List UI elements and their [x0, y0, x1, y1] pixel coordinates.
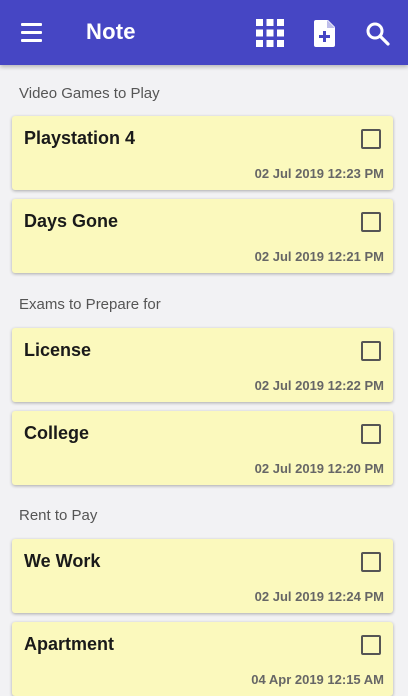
grid-view-button[interactable] [254, 17, 286, 49]
section-header: Rent to Pay [19, 507, 98, 524]
section-header: Exams to Prepare for [19, 296, 161, 313]
note-timestamp: 02 Jul 2019 12:23 PM [254, 166, 384, 181]
menu-icon-bar [21, 39, 42, 42]
note-title: Apartment [24, 634, 115, 654]
note-timestamp: 02 Jul 2019 12:22 PM [254, 378, 384, 393]
note-checkbox[interactable] [361, 424, 381, 444]
search-button[interactable] [363, 19, 393, 49]
note-card[interactable]: Playstation 4 02 Jul 2019 12:23 PM [12, 116, 393, 190]
menu-icon-bar [21, 31, 42, 34]
section-header: Video Games to Play [19, 85, 160, 102]
note-timestamp: 02 Jul 2019 12:21 PM [254, 249, 384, 264]
note-title: College [24, 423, 90, 443]
note-timestamp: 02 Jul 2019 12:24 PM [254, 589, 384, 604]
note-checkbox[interactable] [361, 635, 381, 655]
note-card[interactable]: License 02 Jul 2019 12:22 PM [12, 328, 393, 402]
note-card[interactable]: We Work 02 Jul 2019 12:24 PM [12, 539, 393, 613]
note-timestamp: 04 Apr 2019 12:15 AM [251, 672, 384, 687]
add-note-button[interactable] [310, 17, 340, 49]
note-title: Playstation 4 [24, 128, 136, 148]
note-checkbox[interactable] [361, 341, 381, 361]
app-bar: Note [0, 0, 408, 65]
menu-icon-bar [21, 23, 42, 26]
menu-button[interactable] [18, 20, 46, 46]
note-timestamp: 02 Jul 2019 12:20 PM [254, 461, 384, 476]
note-card[interactable]: Apartment 04 Apr 2019 12:15 AM [12, 622, 393, 696]
note-card[interactable]: Days Gone 02 Jul 2019 12:21 PM [12, 199, 393, 273]
add-note-icon [314, 20, 335, 47]
note-checkbox[interactable] [361, 212, 381, 232]
note-checkbox[interactable] [361, 552, 381, 572]
note-title: License [24, 340, 92, 360]
app-title: Note [86, 19, 136, 44]
note-title: We Work [24, 551, 101, 571]
grid-view-icon [256, 19, 284, 47]
note-card[interactable]: College 02 Jul 2019 12:20 PM [12, 411, 393, 485]
note-title: Days Gone [24, 211, 119, 231]
search-icon [366, 22, 390, 46]
note-checkbox[interactable] [361, 129, 381, 149]
